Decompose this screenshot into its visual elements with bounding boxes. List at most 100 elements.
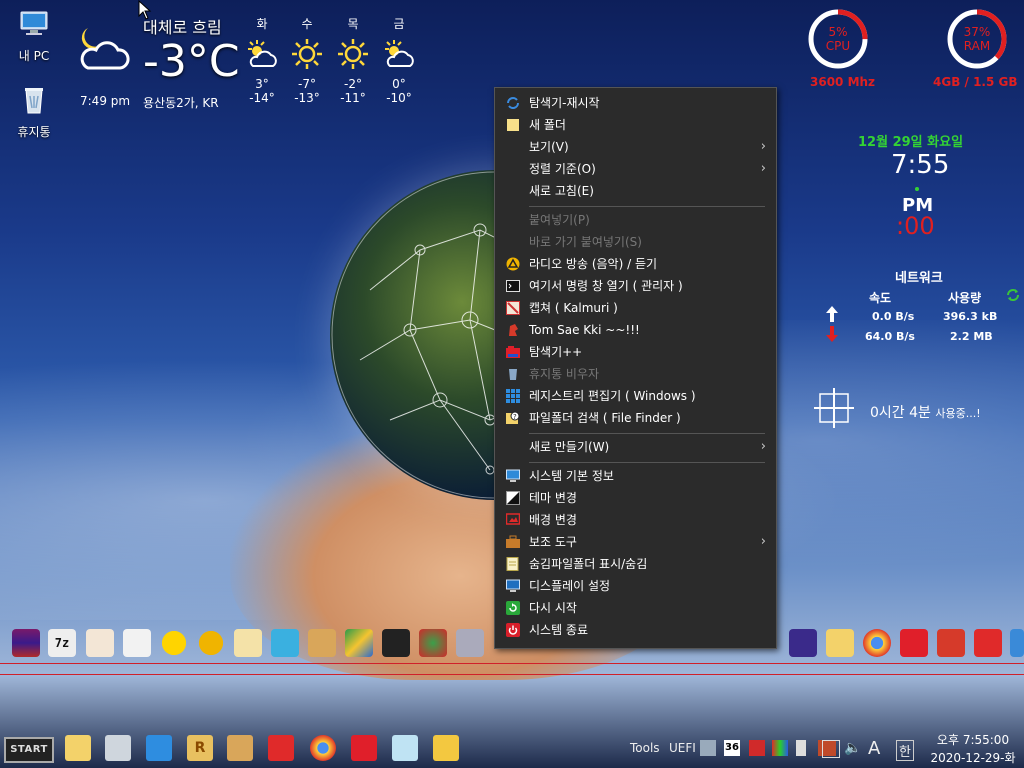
menu-item-view[interactable]: 보기(V) › <box>495 136 776 158</box>
dock-disk-tool-icon[interactable] <box>271 629 299 657</box>
menu-item-change-theme[interactable]: 테마 변경 <box>495 487 776 509</box>
dock-capture-icon[interactable] <box>86 629 114 657</box>
dock-radio-icon[interactable] <box>197 629 225 657</box>
menu-item-new-folder[interactable]: 새 폴더 <box>495 114 776 136</box>
usb-tray-icon[interactable] <box>796 740 806 756</box>
menu-item-tom-sae-kki[interactable]: Tom Sae Kki ~~!!! <box>495 319 776 341</box>
dock-box-icon[interactable] <box>308 629 336 657</box>
moon-cloud-icon <box>80 28 130 70</box>
taskbar-time: 오후 7:55:00 <box>936 733 1010 747</box>
menu-item-new[interactable]: 새로 만들기(W) › <box>495 436 776 458</box>
menu-item-file-finder[interactable]: ? 파일폴더 검색 ( File Finder ) <box>495 407 776 429</box>
taskbar-folder-icon[interactable] <box>433 735 459 761</box>
menu-item-label: Tom Sae Kki ~~!!! <box>529 323 640 337</box>
menu-item-label: 시스템 종료 <box>529 623 589 637</box>
menu-item-system-info[interactable]: 시스템 기본 정보 <box>495 465 776 487</box>
menu-item-restart[interactable]: 다시 시작 <box>495 597 776 619</box>
ime-mode-a[interactable]: A <box>868 738 880 759</box>
taskbar-drive-icon[interactable] <box>105 735 131 761</box>
recycle-bin-icon <box>25 88 43 114</box>
taskbar-clock[interactable]: 오후 7:55:00 2020-12-29-화 <box>928 731 1018 767</box>
wallpaper-icon <box>506 513 520 525</box>
taskbar-notes-icon[interactable] <box>392 735 418 761</box>
dock-drive-icon[interactable] <box>345 629 373 657</box>
menu-item-shutdown[interactable]: 시스템 종료 <box>495 619 776 641</box>
menu-item-registry-editor[interactable]: 레지스트리 편집기 ( Windows ) <box>495 385 776 407</box>
desktop-icon-my-pc[interactable]: 내 PC <box>4 8 64 64</box>
refresh-icon[interactable] <box>1006 288 1020 302</box>
dock-remote-icon[interactable] <box>974 629 1002 657</box>
network-tray-icon[interactable] <box>700 740 716 756</box>
badge-36-icon[interactable]: 36 <box>724 740 740 756</box>
monitor-tray-icon[interactable] <box>822 740 840 758</box>
crosshair-icon <box>814 388 854 428</box>
dock-cpu-tool-icon[interactable] <box>789 629 817 657</box>
dock-network-tool-icon[interactable] <box>382 629 410 657</box>
dock-7zip-icon[interactable]: 7z <box>48 629 76 657</box>
start-button[interactable]: START <box>4 737 54 763</box>
menu-item-accessories[interactable]: 보조 도구 › <box>495 531 776 553</box>
menu-item-refresh[interactable]: 새로 고침(E) <box>495 180 776 202</box>
menu-item-radio[interactable]: 라디오 방송 (음악) / 듣기 <box>495 253 776 275</box>
dock-chrome-icon[interactable] <box>863 629 891 657</box>
dock-screenshot-icon[interactable] <box>123 629 151 657</box>
forecast-high: -7° <box>298 77 316 91</box>
ram-name: RAM <box>963 39 991 53</box>
taskbar-r-icon[interactable]: R <box>187 735 213 761</box>
menu-item-label: 새로 만들기(W) <box>529 440 610 454</box>
menu-item-label: 바로 가기 붙여넣기(S) <box>529 235 642 249</box>
menu-item-explorer-plus[interactable]: 탐색기++ <box>495 341 776 363</box>
dock-browser-icon[interactable] <box>419 629 447 657</box>
menu-separator <box>529 462 765 463</box>
color-tray-icon[interactable] <box>772 740 788 756</box>
explorer-plus-icon <box>506 346 520 358</box>
taskbar-file-finder-icon[interactable] <box>65 735 91 761</box>
dock-winrar-icon[interactable] <box>12 629 40 657</box>
forecast-day-label: 화 <box>256 17 268 31</box>
ram-gauge: 37% RAM <box>945 7 1009 71</box>
dock-media-player-icon[interactable] <box>160 629 188 657</box>
ime-mode-han[interactable]: 한 <box>896 740 914 761</box>
desktop-icon-recycle-bin[interactable]: 휴지통 <box>4 84 64 140</box>
menu-item-command-prompt[interactable]: 여기서 명령 창 열기 ( 관리자 ) <box>495 275 776 297</box>
taskbar-explorer-plus-icon[interactable] <box>351 735 377 761</box>
partly-cloudy-icon <box>385 40 414 67</box>
dock-file-finder-icon[interactable] <box>826 629 854 657</box>
network-usage-header: 사용량 <box>948 291 982 305</box>
dock-image-viewer-icon[interactable] <box>234 629 262 657</box>
weather-condition: 대체로 흐림 <box>143 18 222 37</box>
dock-tom-icon[interactable] <box>937 629 965 657</box>
taskbar-chrome-icon[interactable] <box>310 735 336 761</box>
menu-separator <box>529 206 765 207</box>
disk-tray-icon[interactable] <box>749 740 765 756</box>
menu-item-display-settings[interactable]: 디스플레이 설정 <box>495 575 776 597</box>
dock-usb-icon[interactable] <box>456 629 484 657</box>
menu-item-capture[interactable]: 캡쳐 ( Kalmuri ) <box>495 297 776 319</box>
menu-item-restart-explorer[interactable]: 탐색기-재시작 <box>495 92 776 114</box>
menu-separator <box>529 433 765 434</box>
tray-tools-label[interactable]: Tools <box>630 741 660 755</box>
download-speed: 64.0 B/s <box>865 330 915 343</box>
dock-explorer-plus-icon[interactable] <box>900 629 928 657</box>
forecast-day-label: 수 <box>301 17 313 31</box>
menu-item-change-wallpaper[interactable]: 배경 변경 <box>495 509 776 531</box>
menu-item-label: 탐색기-재시작 <box>529 96 600 110</box>
capture-icon <box>506 301 520 315</box>
forecast-low: -11° <box>340 91 366 105</box>
menu-item-toggle-hidden-files[interactable]: 숨김파일폴더 표시/숨김 <box>495 553 776 575</box>
menu-item-sort-by[interactable]: 정렬 기준(O) › <box>495 158 776 180</box>
clock-time: 7:55 <box>891 150 950 180</box>
taskbar-puzzle-icon[interactable] <box>146 735 172 761</box>
dock-extra-icon[interactable] <box>1010 629 1024 657</box>
volume-tray-icon[interactable]: 🔈 <box>844 740 861 756</box>
ram-percent: 37% <box>963 25 991 39</box>
tray-uefi-label[interactable]: UEFI <box>669 741 696 755</box>
dock-divider-line <box>0 663 1024 675</box>
taskbar-box-icon[interactable] <box>227 735 253 761</box>
recycle-bin-icon <box>509 369 517 380</box>
ram-usage: 4GB / 1.5 GB <box>933 75 1018 89</box>
taskbar-remote-icon[interactable] <box>268 735 294 761</box>
registry-icon <box>506 389 520 403</box>
sunny-icon <box>292 39 322 69</box>
theme-icon <box>506 491 520 505</box>
